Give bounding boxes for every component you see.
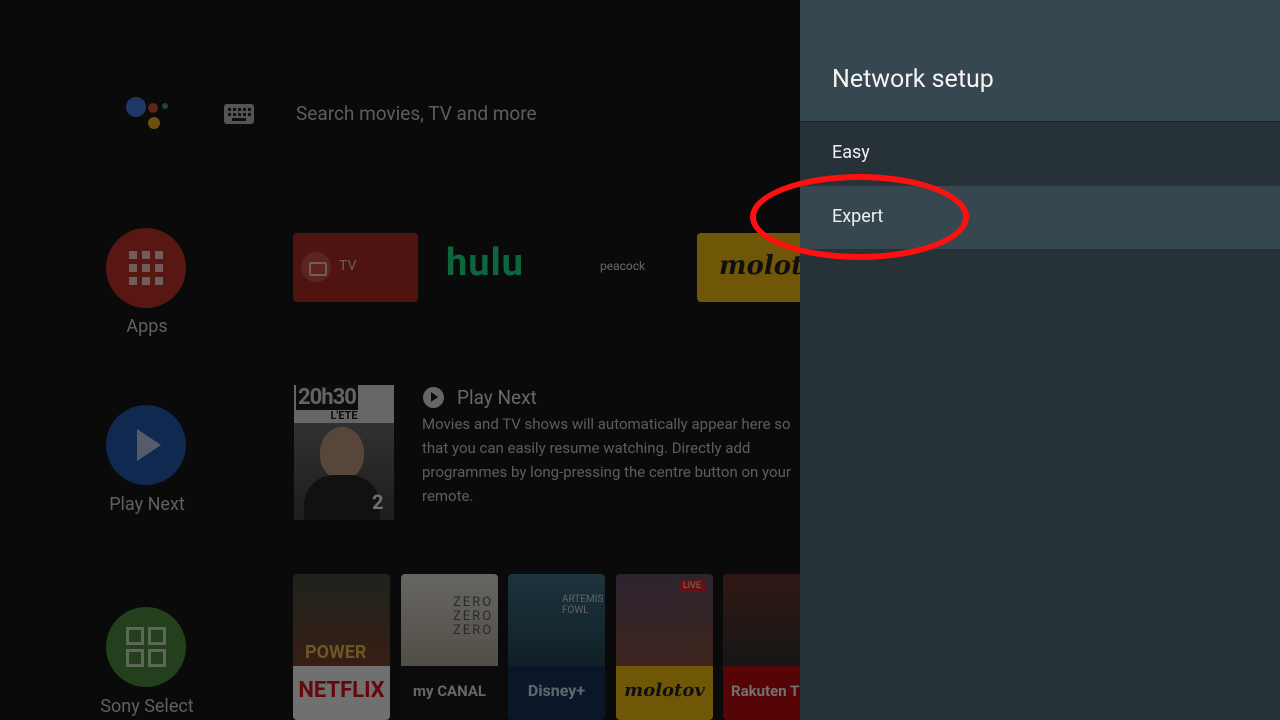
play-next-icon <box>423 387 444 408</box>
art-text: ZERO ZERO ZERO <box>453 595 494 638</box>
content-brand: my CANAL <box>401 666 498 720</box>
channel-badge: 2 <box>372 490 384 514</box>
content-tile[interactable]: POWER NETFLIX <box>293 574 390 720</box>
play-next-button[interactable] <box>106 405 186 485</box>
panel-title: Network setup <box>832 65 994 94</box>
content-brand: Disney+ <box>508 666 605 720</box>
play-next-poster[interactable]: 20h30 L'ETE 2 <box>294 385 394 520</box>
option-label: Easy <box>832 142 870 163</box>
content-art: ARTEMIS FOWL <box>508 574 605 666</box>
content-tile[interactable]: ARTEMIS FOWL Disney+ <box>508 574 605 720</box>
content-art <box>723 574 800 666</box>
app-tile-peacock[interactable]: peacock <box>562 233 687 302</box>
content-art: LIVE <box>616 574 713 666</box>
content-tile[interactable]: Rakuten TV <box>723 574 800 720</box>
apps-label: Apps <box>126 316 168 337</box>
play-next-label: Play Next <box>109 494 185 515</box>
poster-title: 20h30 <box>296 385 358 410</box>
apps-button[interactable] <box>106 228 186 308</box>
tv-icon <box>301 252 331 282</box>
live-badge: LIVE <box>678 580 705 592</box>
network-setup-panel: Network setup Easy Expert <box>800 0 1280 720</box>
content-tile[interactable]: ZERO ZERO ZERO my CANAL <box>401 574 498 720</box>
play-next-title: Play Next <box>457 386 537 409</box>
content-brand: NETFLIX <box>293 666 390 720</box>
play-next-description: Movies and TV shows will automatically a… <box>422 415 791 505</box>
content-art: POWER <box>293 574 390 666</box>
search-input[interactable]: Search movies, TV and more <box>296 102 537 125</box>
app-tile-tv[interactable]: TV <box>293 233 418 302</box>
apps-grid-icon <box>129 251 163 285</box>
content-brand: Rakuten TV <box>723 666 800 720</box>
sony-select-button[interactable] <box>106 607 186 687</box>
poster-face <box>320 427 364 479</box>
art-text: ARTEMIS FOWL <box>562 594 604 616</box>
sony-select-label: Sony Select <box>100 696 194 717</box>
highlight-ellipse <box>750 174 969 260</box>
poster-suit <box>304 475 380 520</box>
keyboard-icon[interactable] <box>224 104 254 124</box>
content-art: ZERO ZERO ZERO <box>401 574 498 666</box>
home-screen-background: Search movies, TV and more Apps Play Nex… <box>0 0 800 720</box>
art-text: POWER <box>305 642 367 663</box>
hulu-logo: hulu <box>446 241 524 285</box>
poster-subtitle: L'ETE <box>330 409 358 422</box>
google-assistant-icon[interactable] <box>124 95 168 135</box>
sony-select-icon <box>126 627 166 667</box>
play-icon <box>137 429 161 461</box>
molotov-logo: molotov <box>719 251 800 281</box>
content-tile[interactable]: LIVE molotov <box>616 574 713 720</box>
peacock-logo: peacock <box>600 259 646 273</box>
panel-header: Network setup <box>800 0 1280 121</box>
app-tile-label: TV <box>339 258 357 274</box>
app-tile-hulu[interactable]: hulu <box>428 233 553 302</box>
content-brand: molotov <box>616 666 713 720</box>
